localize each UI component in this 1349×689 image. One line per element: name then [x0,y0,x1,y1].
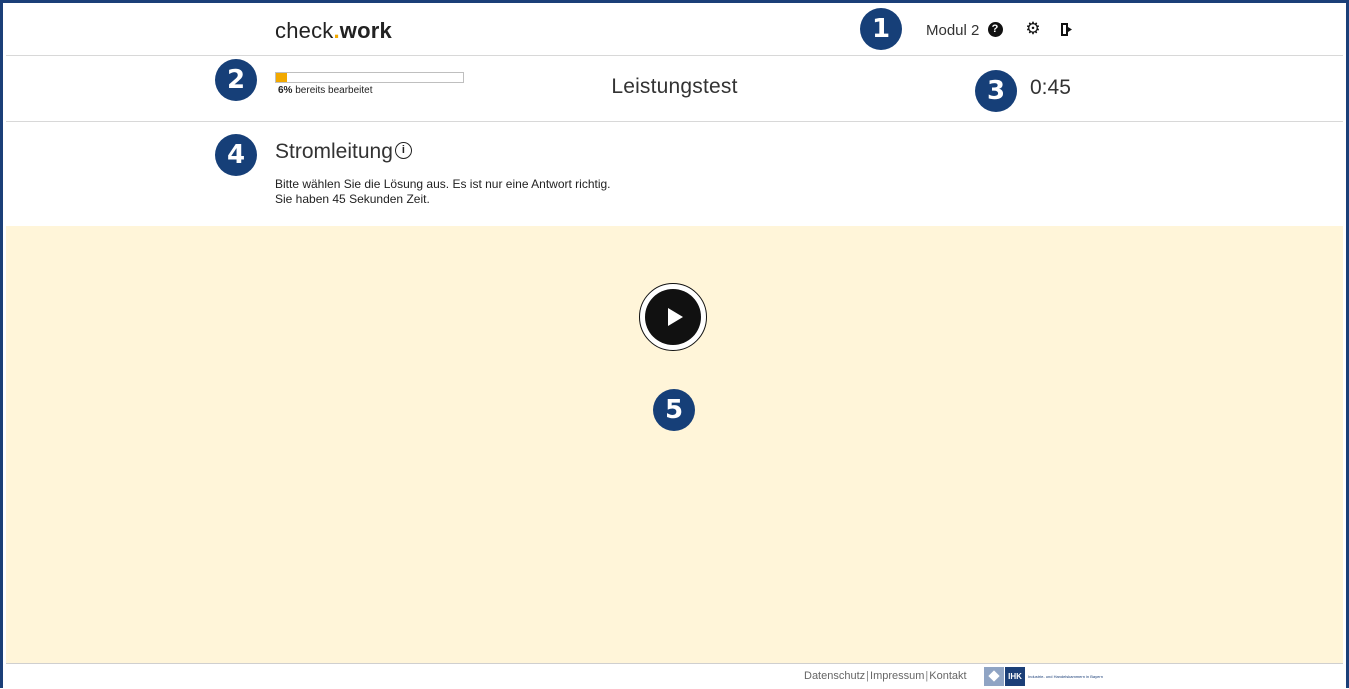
logo-check-text: check [275,18,334,43]
task-instruction-1: Bitte wählen Sie die Lösung aus. Es ist … [275,177,611,191]
task-title: Stromleitung i [275,140,412,164]
play-icon [645,289,701,345]
footer-separator: | [925,670,929,682]
footer-links: Datenschutz|Impressum|Kontakt [804,670,967,682]
info-circle-icon[interactable]: i [394,142,412,159]
page-title: Leistungstest [611,75,738,98]
logo-work-text: work [339,18,392,43]
top-navigation-bar: check.work 1 Modul 2 ? ⚙ [6,6,1343,56]
question-circle-icon: ? [987,21,1003,37]
countdown-timer: 0:45 [1030,76,1071,99]
module-label: Modul 2 [926,22,980,39]
kontakt-link[interactable]: Kontakt [929,670,966,682]
footer-separator: | [866,670,870,682]
task-instruction-2: Sie haben 45 Sekunden Zeit. [275,192,430,206]
status-bar: 2 6% bereits bearbeitet Leistungstest 3 … [6,56,1343,122]
ihk-diamond-icon [984,667,1004,686]
footer: Datenschutz|Impressum|Kontakt IHK Indust… [6,663,1343,689]
task-title-text: Stromleitung [275,140,393,163]
help-button[interactable]: ? [986,20,1004,38]
logout-button[interactable] [1058,20,1076,38]
play-button[interactable] [639,283,707,351]
marker-badge-4: 4 [215,134,257,176]
ihk-logo-text: Industrie- und Handelskammern in Bayern [1028,674,1103,679]
ihk-abbr: IHK [1005,667,1025,686]
media-area: 5 [6,226,1343,663]
ihk-logo[interactable]: IHK Industrie- und Handelskammern in Bay… [984,667,1103,686]
marker-badge-3: 3 [975,70,1017,112]
play-triangle [667,308,683,326]
sign-out-icon [1061,22,1072,36]
gear-icon: ⚙ [1025,19,1041,38]
checkwork-logo[interactable]: check.work [275,18,392,44]
impressum-link[interactable]: Impressum [870,670,924,682]
datenschutz-link[interactable]: Datenschutz [804,670,865,682]
task-header: 4 Stromleitung i Bitte wählen Sie die Lös… [6,122,1343,226]
settings-button[interactable]: ⚙ [1024,19,1042,38]
marker-badge-5: 5 [653,389,695,431]
marker-badge-1: 1 [860,8,902,50]
